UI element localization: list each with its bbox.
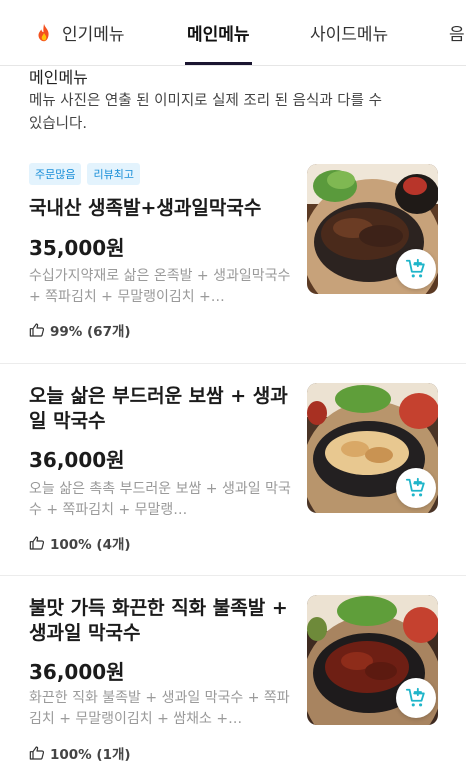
category-tabs: 인기메뉴 메인메뉴 사이드메뉴 음 [0,0,466,66]
menu-item[interactable]: 오늘 삶은 부드러운 보쌈 + 생과일 막국수 36,000원 오늘 삶은 촉촉… [0,363,466,575]
review-text: 100% (1개) [50,747,131,763]
menu-item-name: 오늘 삶은 부드러운 보쌈 + 생과일 막국수 [29,385,288,432]
add-to-cart-button[interactable] [396,678,436,718]
active-tab-indicator [185,62,252,65]
menu-item-description: 수십가지약재로 삶은 온족발 + 생과일막국수 + 쪽파김치 + 무말랭이김치 … [29,268,291,305]
menu-item-description: 화끈한 직화 불족발 + 생과일 막국수 + 쪽파김치 + 무말랭이김치 + 쌈… [29,690,290,727]
tab-popular[interactable]: 인기메뉴 [33,20,125,45]
review-rating: 100% (4개) [29,533,131,553]
tab-next-partial[interactable]: 음 [449,20,465,45]
add-to-cart-button[interactable] [396,468,436,508]
badge-group: 주문많음 리뷰최고 [29,163,140,185]
menu-item-name: 불맛 가득 화끈한 직화 불족발 + 생과일 막국수 [29,597,288,644]
cart-add-icon [405,258,425,278]
cart-add-icon [405,477,425,497]
tab-popular-label: 인기메뉴 [62,25,125,45]
menu-item-price: 36,000원 [29,448,125,472]
tab-main-menu[interactable]: 메인메뉴 [187,20,250,45]
thumbs-up-icon [29,323,45,337]
fire-icon [38,23,49,41]
menu-item-price: 35,000원 [29,236,125,260]
thumbs-up-icon [29,536,45,550]
badge-many-orders: 주문많음 [29,163,82,185]
menu-item[interactable]: 주문많음 리뷰최고 국내산 생족발+생과일막국수 35,000원 수십가지약재로… [0,150,466,362]
badge-best-review: 리뷰최고 [87,163,140,185]
review-rating: 100% (1개) [29,743,131,763]
tab-side-menu[interactable]: 사이드메뉴 [310,20,388,45]
review-rating: 99% (67개) [29,320,131,340]
thumbs-up-icon [29,746,45,760]
section-description: 메뉴 사진은 연출 된 이미지로 실제 조리 된 음식과 다를 수 있습니다. [29,93,382,132]
section-title: 메인메뉴 [29,68,88,87]
menu-item[interactable]: 불맛 가득 화끈한 직화 불족발 + 생과일 막국수 36,000원 화끈한 직… [0,575,466,771]
review-text: 100% (4개) [50,537,131,553]
cart-add-icon [405,687,425,707]
review-text: 99% (67개) [50,324,131,340]
menu-item-price: 36,000원 [29,660,125,684]
menu-item-description: 오늘 삶은 촉촉 부드러운 보쌈 + 생과일 막국수 + 쪽파김치 + 무말랭… [29,481,291,518]
menu-item-name: 국내산 생족발+생과일막국수 [29,197,262,219]
add-to-cart-button[interactable] [396,249,436,289]
